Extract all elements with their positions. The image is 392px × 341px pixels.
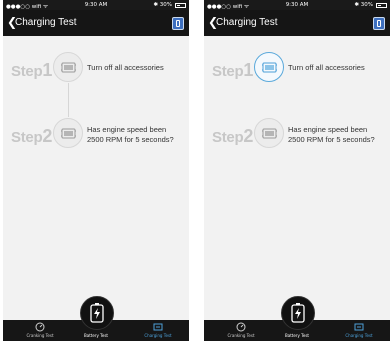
battery-icon	[377, 20, 381, 27]
step-text: Turn off all accessories	[288, 63, 365, 72]
battery-text: ✱ 30%	[354, 2, 373, 8]
step-1: Step1 Turn off all accessories	[3, 52, 189, 86]
step-label: Step1	[11, 60, 53, 80]
gauge-icon	[35, 322, 45, 332]
step-text: Turn off all accessories	[87, 63, 164, 72]
engine-icon	[254, 118, 284, 148]
engine-icon	[53, 118, 83, 148]
tab-charging-test[interactable]: Charging Test	[336, 320, 382, 341]
tab-cranking-test[interactable]: Cranking Test	[17, 320, 63, 341]
step-1: Step1 Turn off all accessories	[204, 52, 390, 86]
battery-test-label: Battery Test	[84, 333, 108, 338]
step-2: Step2 Has engine speed been 2500 RPM for…	[204, 118, 390, 152]
step-text: Has engine speed been 2500 RPM for 5 sec…	[288, 125, 375, 144]
accessories-icon	[254, 52, 284, 82]
nav-bar: ❮ Charging Test	[204, 10, 390, 36]
step-text: Has engine speed been 2500 RPM for 5 sec…	[87, 125, 174, 144]
page-title: Charging Test	[216, 17, 278, 28]
battery-bolt-icon	[90, 303, 104, 323]
tab-battery-test[interactable]	[80, 296, 114, 330]
battery-bolt-icon	[291, 303, 305, 323]
step-label: Step2	[11, 126, 53, 146]
battery-info-button[interactable]	[373, 17, 385, 30]
battery-charge-icon	[153, 323, 163, 331]
battery-text: ✱ 30%	[153, 2, 172, 8]
tab-battery-test[interactable]	[281, 296, 315, 330]
step-label: Step1	[212, 60, 254, 80]
battery-charge-icon	[354, 323, 364, 331]
status-bar: ●●●○○ wifi ᯤ 9:30 AM ✱ 30%	[204, 0, 390, 10]
step-2: Step2 Has engine speed been 2500 RPM for…	[3, 118, 189, 152]
battery-test-label: Battery Test	[285, 333, 309, 338]
battery-info-button[interactable]	[172, 17, 184, 30]
accessories-icon	[53, 52, 83, 82]
tab-charging-test[interactable]: Charging Test	[135, 320, 181, 341]
nav-bar: ❮ Charging Test	[3, 10, 189, 36]
phone-screen-left: ●●●○○ wifi ᯤ 9:30 AM ✱ 30% ❮ Charging Te…	[3, 0, 189, 341]
battery-icon	[176, 20, 180, 27]
battery-icon	[175, 2, 186, 8]
gauge-icon	[236, 322, 246, 332]
step-label: Step2	[212, 126, 254, 146]
step-connector	[68, 83, 69, 117]
tab-cranking-test[interactable]: Cranking Test	[218, 320, 264, 341]
status-bar: ●●●○○ wifi ᯤ 9:30 AM ✱ 30%	[3, 0, 189, 10]
battery-icon	[376, 2, 387, 8]
page-title: Charging Test	[15, 17, 77, 28]
phone-screen-right: ●●●○○ wifi ᯤ 9:30 AM ✱ 30% ❮ Charging Te…	[204, 0, 390, 341]
